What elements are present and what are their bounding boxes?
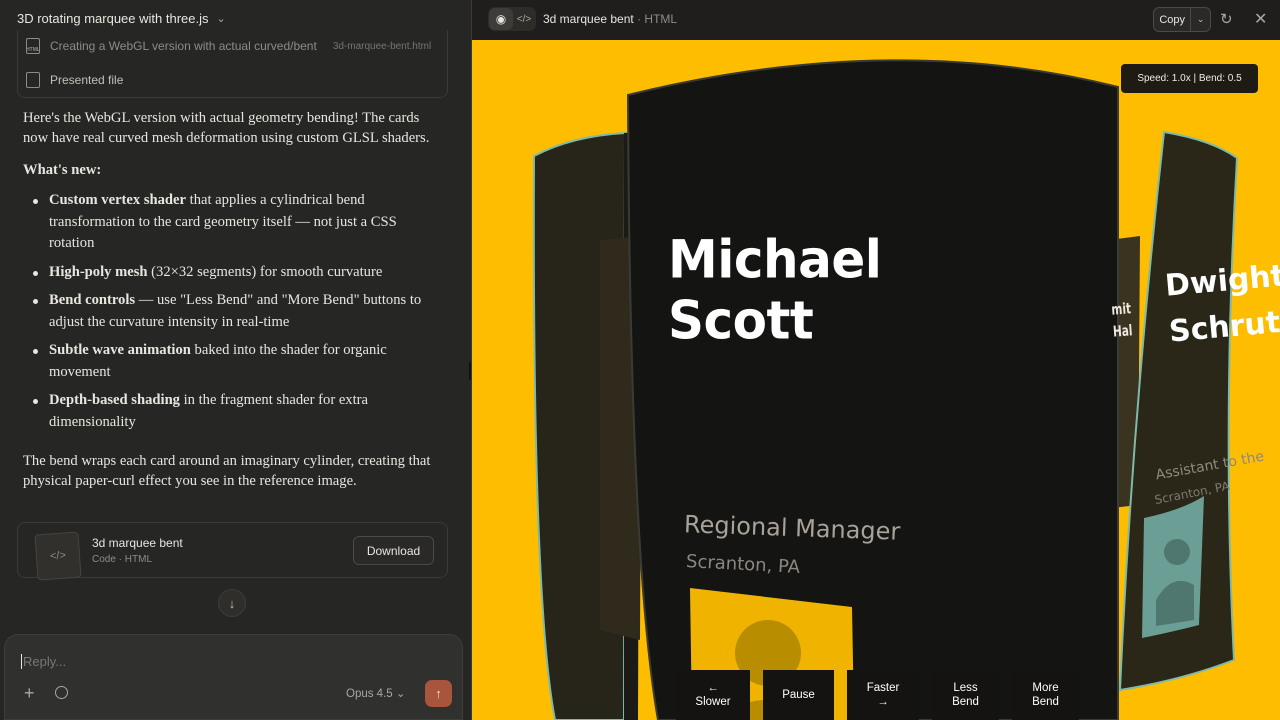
list-item: High-poly mesh (32×32 segments) for smoo… bbox=[30, 262, 433, 284]
copy-button-group: Copy ⌄ bbox=[1153, 7, 1211, 32]
card-mid-name-line2: Hal bbox=[1112, 321, 1134, 341]
plus-icon[interactable]: + bbox=[24, 683, 35, 704]
list-item-bold: High-poly mesh bbox=[49, 263, 148, 280]
more-bend-label-1: More bbox=[1032, 682, 1059, 694]
chevron-down-icon[interactable]: ⌄ bbox=[1191, 8, 1210, 31]
less-bend-label-1: Less bbox=[953, 682, 978, 694]
copy-button[interactable]: Copy bbox=[1154, 8, 1192, 31]
list-item: Bend controls — use "Less Bend" and "Mor… bbox=[30, 290, 433, 333]
eye-icon[interactable]: ◉ bbox=[489, 8, 513, 30]
card-front-name-line2: Scott bbox=[668, 290, 814, 351]
faster-button[interactable]: Faster → bbox=[847, 670, 919, 720]
card-right-avatar-head bbox=[1164, 539, 1190, 565]
list-item-bold: Custom vertex shader bbox=[49, 192, 186, 208]
reply-input[interactable]: Reply... bbox=[21, 654, 66, 669]
speed-status-badge: Speed: 1.0x | Bend: 0.5 bbox=[1121, 64, 1258, 93]
message-heading: What's new: bbox=[23, 162, 102, 178]
tool-step-text: Creating a WebGL version with actual cur… bbox=[50, 39, 317, 53]
list-item-bold: Depth-based shading bbox=[49, 392, 180, 408]
artifact-preview-panel: ◉ </> 3d marquee bent · HTML Copy ⌄ ↻ ✕ bbox=[471, 0, 1280, 720]
slower-button[interactable]: ← Slower bbox=[676, 670, 750, 720]
slower-label: Slower bbox=[695, 696, 731, 708]
assistant-message: Here's the WebGL version with actual geo… bbox=[23, 108, 433, 503]
list-item: Depth-based shading in the fragment shad… bbox=[30, 390, 433, 433]
model-selector[interactable]: Opus 4.5 ⌄ bbox=[346, 686, 406, 700]
download-button[interactable]: Download bbox=[353, 536, 434, 565]
code-icon: </> bbox=[34, 531, 82, 581]
pause-button[interactable]: Pause bbox=[763, 670, 834, 720]
presented-file-label: Presented file bbox=[50, 73, 124, 87]
model-label: Opus 4.5 bbox=[346, 688, 393, 700]
arrow-up-icon: ↑ bbox=[435, 686, 442, 701]
clock-icon[interactable] bbox=[55, 686, 68, 699]
more-bend-button[interactable]: More Bend bbox=[1012, 670, 1079, 720]
artifact-title: 3d marquee bent bbox=[92, 536, 183, 550]
card-front-name: Michael Scott bbox=[668, 229, 882, 351]
preview-title: 3d marquee bent · HTML bbox=[543, 12, 677, 26]
presented-file-row[interactable]: Presented file bbox=[26, 70, 123, 90]
close-icon[interactable]: ✕ bbox=[1254, 9, 1267, 29]
preview-title-type: · HTML bbox=[633, 12, 678, 26]
message-closing: The bend wraps each card around an imagi… bbox=[23, 453, 431, 489]
chat-panel: 3D rotating marquee with three.js ⌄ HTML… bbox=[0, 0, 471, 720]
feature-list: Custom vertex shader that applies a cyli… bbox=[30, 190, 433, 433]
tool-step-filename: 3d-marquee-bent.html bbox=[332, 40, 432, 52]
card-mid-name: mit Hal bbox=[1111, 297, 1134, 342]
card-right-name: Dwight Schrute bbox=[1163, 252, 1280, 355]
preview-title-name: 3d marquee bent bbox=[543, 12, 634, 26]
list-item: Subtle wave animation baked into the sha… bbox=[30, 340, 433, 383]
artifact-subtitle: Code · HTML bbox=[92, 554, 153, 565]
card-mid-name-line1: mit bbox=[1110, 299, 1132, 319]
more-bend-label-2: Bend bbox=[1032, 696, 1059, 708]
marquee-scene bbox=[532, 59, 1239, 720]
tool-step-row[interactable]: HTML Creating a WebGL version with actua… bbox=[26, 36, 431, 56]
less-bend-button[interactable]: Less Bend bbox=[932, 670, 999, 720]
refresh-icon[interactable]: ↻ bbox=[1220, 10, 1233, 28]
list-item-bold: Bend controls bbox=[49, 292, 136, 308]
list-item-text: (32×32 segments) for smooth curvature bbox=[147, 263, 383, 280]
list-item: Custom vertex shader that applies a cyli… bbox=[30, 190, 433, 255]
view-toggle: ◉ </> bbox=[488, 7, 536, 31]
chevron-down-icon: ⌄ bbox=[395, 688, 406, 700]
send-button[interactable]: ↑ bbox=[425, 680, 452, 707]
tool-steps-card: HTML Creating a WebGL version with actua… bbox=[17, 30, 448, 98]
card-front-name-line1: Michael bbox=[668, 229, 882, 290]
app-window: 3D rotating marquee with three.js ⌄ HTML… bbox=[0, 0, 1280, 720]
list-item-bold: Subtle wave animation bbox=[49, 342, 191, 358]
faster-arrow-icon: → bbox=[877, 696, 889, 708]
pause-label: Pause bbox=[782, 689, 815, 701]
composer: Reply... + Opus 4.5 ⌄ ↑ bbox=[4, 634, 463, 720]
conversation-title: 3D rotating marquee with three.js bbox=[17, 10, 209, 26]
html-file-icon: HTML bbox=[26, 38, 40, 54]
code-icon[interactable]: </> bbox=[513, 14, 535, 25]
less-bend-label-2: Bend bbox=[952, 696, 979, 708]
faster-label: Faster bbox=[866, 682, 900, 694]
chevron-down-icon: ⌄ bbox=[216, 12, 226, 25]
artifact-card[interactable]: </> 3d marquee bent Code · HTML Download bbox=[17, 522, 448, 581]
file-icon bbox=[26, 72, 40, 88]
slower-arrow-icon: ← bbox=[707, 682, 719, 694]
arrow-down-icon: ↓ bbox=[228, 595, 236, 611]
webgl-canvas[interactable]: Michael Scott Regional Manager Scranton,… bbox=[472, 40, 1280, 720]
scroll-to-bottom-button[interactable]: ↓ bbox=[218, 589, 246, 617]
preview-toolbar: ◉ </> 3d marquee bent · HTML Copy ⌄ ↻ ✕ bbox=[472, 0, 1280, 40]
message-intro: Here's the WebGL version with actual geo… bbox=[23, 110, 430, 146]
